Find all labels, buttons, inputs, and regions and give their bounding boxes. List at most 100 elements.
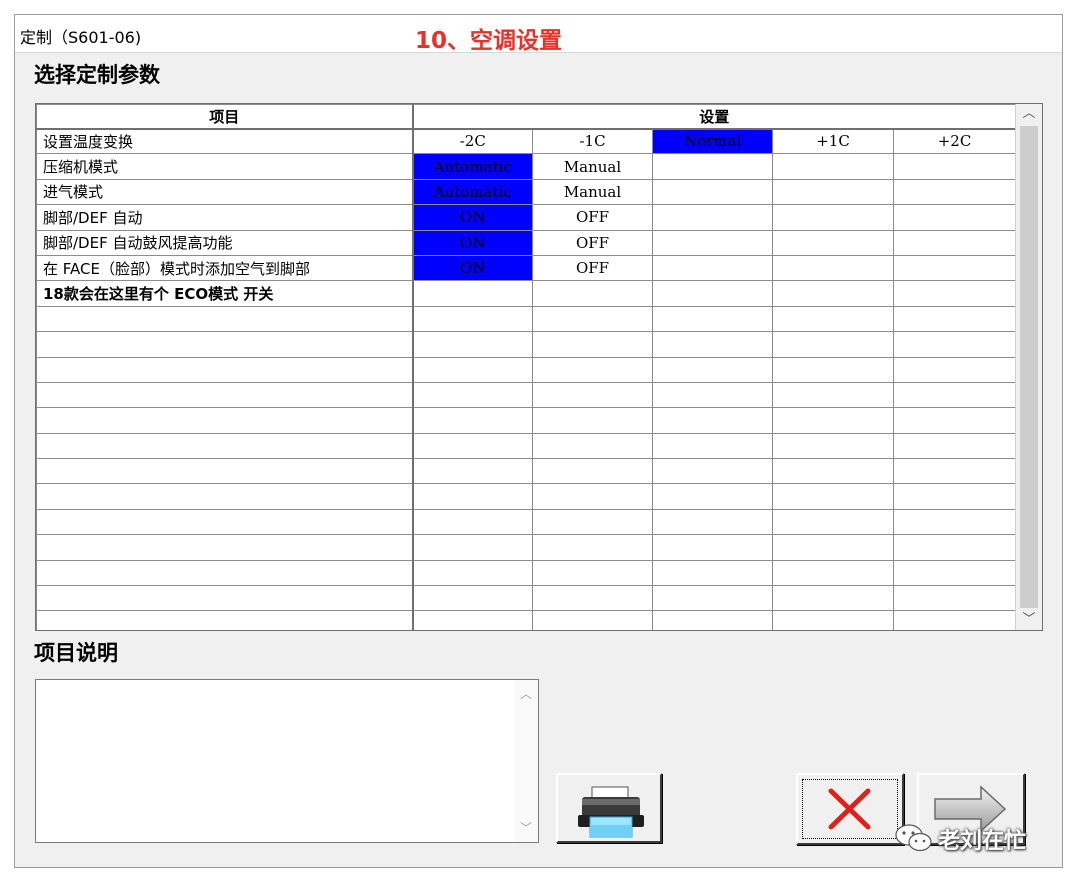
option-cell: [772, 204, 894, 231]
option-cell: [652, 204, 773, 231]
empty-cell: [892, 331, 1017, 358]
scroll-down-icon[interactable]: ﹀: [1016, 610, 1042, 630]
empty-row: [36, 559, 1017, 587]
watermark-text: 老刘在忙: [938, 829, 1027, 854]
empty-cell: [36, 483, 414, 510]
header-setting: 设置: [411, 104, 1017, 130]
option-cell-selected[interactable]: ON: [412, 204, 533, 231]
option-cell[interactable]: OFF: [532, 254, 653, 282]
empty-cell: [36, 610, 414, 630]
option-cell-selected[interactable]: Automatic: [412, 178, 533, 206]
option-cell[interactable]: Manual: [532, 178, 653, 206]
item-label[interactable]: 脚部/DEF 自动鼓风提高功能: [36, 229, 414, 256]
option-cell[interactable]: Manual: [532, 153, 653, 180]
item-label[interactable]: 脚部/DEF 自动: [36, 204, 414, 231]
empty-cell: [36, 585, 414, 612]
item-label[interactable]: 在 FACE（脸部）模式时添加空气到脚部: [36, 254, 414, 282]
empty-cell: [772, 534, 894, 561]
empty-row: [36, 483, 1017, 510]
empty-cell: [652, 381, 773, 409]
red-x-icon: [828, 788, 871, 830]
empty-cell: [532, 305, 653, 333]
option-cell: [772, 280, 894, 307]
option-cell: [652, 254, 773, 282]
print-button[interactable]: [556, 773, 662, 843]
empty-row: [36, 407, 1017, 434]
option-cell-selected[interactable]: Normal: [652, 127, 773, 155]
empty-cell: [892, 305, 1017, 333]
empty-cell: [892, 610, 1017, 630]
option-cell[interactable]: OFF: [532, 229, 653, 256]
empty-cell: [772, 381, 894, 409]
window-title: 定制（S601-06): [20, 28, 142, 47]
option-cell-selected[interactable]: ON: [412, 229, 533, 256]
table-row[interactable]: 脚部/DEF 自动鼓风提高功能 ON OFF: [36, 229, 1017, 256]
option-cell: [892, 254, 1017, 282]
option-cell[interactable]: +2C: [892, 127, 1017, 155]
empty-cell: [532, 559, 653, 587]
option-cell-selected[interactable]: ON: [412, 254, 533, 282]
table-row[interactable]: 脚部/DEF 自动 ON OFF: [36, 204, 1017, 231]
empty-cell: [412, 381, 533, 409]
option-cell: [532, 280, 653, 307]
annotation-title: 10、空调设置: [415, 28, 563, 54]
empty-row: [36, 508, 1017, 536]
empty-cell: [892, 534, 1017, 561]
option-cell: [892, 229, 1017, 256]
empty-cell: [892, 559, 1017, 587]
settings-table: 项目 设置 设置温度变换 -2C -1C Normal +1C +2C 压缩机模式 Autom…: [36, 104, 1017, 630]
empty-cell: [652, 610, 773, 630]
option-cell[interactable]: OFF: [532, 204, 653, 231]
description-textarea[interactable]: ︿ ﹀: [35, 679, 539, 843]
chevron-up-icon[interactable]: ︿: [514, 684, 538, 704]
empty-cell: [532, 331, 653, 358]
option-cell[interactable]: -2C: [412, 127, 533, 155]
chevron-down-icon[interactable]: ﹀: [514, 818, 538, 838]
empty-row: [36, 381, 1017, 409]
empty-cell: [772, 610, 894, 630]
empty-cell: [772, 483, 894, 510]
table-row[interactable]: 压缩机模式 Automatic Manual: [36, 153, 1017, 180]
empty-cell: [892, 381, 1017, 409]
option-cell: [412, 280, 533, 307]
empty-cell: [36, 381, 414, 409]
empty-cell: [772, 432, 894, 460]
empty-row: [36, 610, 1017, 630]
settings-grid: 项目 设置 设置温度变换 -2C -1C Normal +1C +2C 压缩机模式 Autom…: [35, 103, 1043, 631]
empty-cell: [36, 305, 414, 333]
option-cell[interactable]: -1C: [532, 127, 653, 155]
empty-cell: [772, 356, 894, 383]
empty-cell: [36, 432, 414, 460]
scroll-thumb[interactable]: [1020, 126, 1038, 608]
customization-window: 定制（S601-06) 10、空调设置 选择定制参数 项目 设置 设置温度变换 -…: [14, 14, 1063, 868]
empty-cell: [652, 356, 773, 383]
option-cell: [652, 153, 773, 180]
section-heading: 选择定制参数: [34, 63, 160, 87]
option-cell: [772, 229, 894, 256]
table-row[interactable]: 18款会在这里有个 ECO模式 开关: [36, 280, 1017, 307]
empty-cell: [892, 508, 1017, 536]
item-label[interactable]: 压缩机模式: [36, 153, 414, 180]
item-label[interactable]: 进气模式: [36, 178, 414, 206]
item-label[interactable]: 设置温度变换: [36, 127, 414, 155]
empty-row: [36, 458, 1017, 485]
option-cell: [652, 280, 773, 307]
empty-cell: [772, 407, 894, 434]
empty-cell: [772, 331, 894, 358]
empty-cell: [532, 381, 653, 409]
empty-row: [36, 331, 1017, 358]
option-cell: [772, 153, 894, 180]
option-cell-selected[interactable]: Automatic: [412, 153, 533, 180]
empty-cell: [532, 585, 653, 612]
option-cell: [892, 178, 1017, 206]
cancel-button[interactable]: [796, 773, 904, 845]
grid-scrollbar[interactable]: ︿ ﹀: [1015, 104, 1042, 630]
option-cell[interactable]: +1C: [772, 127, 894, 155]
table-row[interactable]: 进气模式 Automatic Manual: [36, 178, 1017, 206]
scroll-up-icon[interactable]: ︿: [1016, 104, 1042, 124]
table-row[interactable]: 在 FACE（脸部）模式时添加空气到脚部 ON OFF: [36, 254, 1017, 282]
empty-cell: [412, 305, 533, 333]
empty-cell: [36, 407, 414, 434]
table-row[interactable]: 设置温度变换 -2C -1C Normal +1C +2C: [36, 127, 1017, 155]
description-scrollbar[interactable]: ︿ ﹀: [514, 680, 538, 842]
